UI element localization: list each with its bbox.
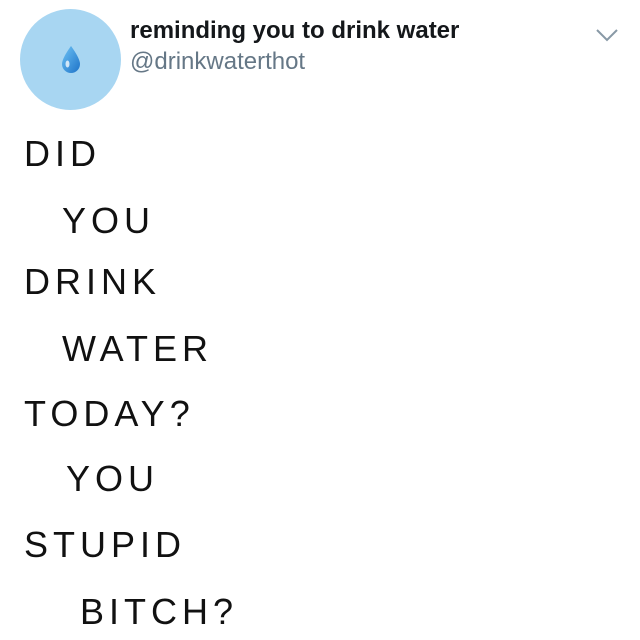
tweet-line-8: BITCH?	[80, 591, 239, 632]
chevron-down-icon[interactable]	[592, 24, 622, 46]
avatar[interactable]	[20, 9, 121, 110]
tweet-card: reminding you to drink water @drinkwater…	[0, 0, 640, 640]
tweet-line-1: DID	[24, 133, 101, 174]
tweet-line-5: TODAY?	[24, 393, 195, 434]
author-handle[interactable]: @drinkwaterthot	[130, 48, 305, 76]
tweet-line-2: YOU	[62, 200, 156, 241]
tweet-line-3: DRINK	[24, 261, 162, 302]
tweet-line-6: YOU	[66, 458, 160, 499]
tweet-line-4: WATER	[62, 328, 213, 369]
author-display-name[interactable]: reminding you to drink water	[130, 17, 459, 45]
water-droplet-icon	[61, 45, 80, 73]
tweet-line-7: STUPID	[24, 524, 187, 565]
